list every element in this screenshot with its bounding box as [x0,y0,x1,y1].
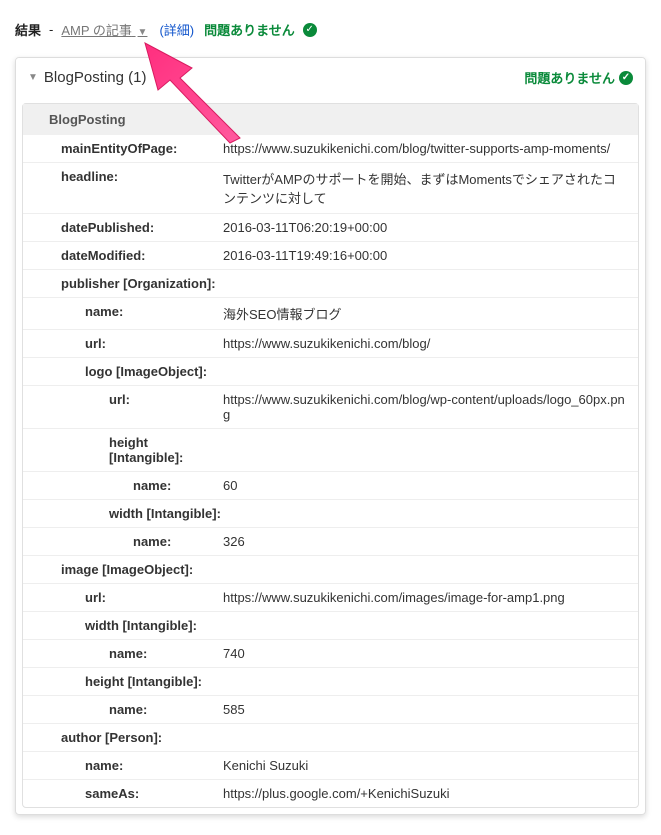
property-key: height [Intangible]: [23,435,223,465]
property-value: TwitterがAMPのサポートを開始、まずはMomentsでシェアされたコンテ… [223,169,638,207]
property-row: name: 326 [23,528,638,556]
status-text: 問題ありません [204,20,295,39]
caret-down-icon: ▼ [28,72,38,83]
chevron-down-icon: ▼ [138,27,148,38]
type-header: BlogPosting [23,104,638,135]
property-row: name: 740 [23,640,638,668]
property-row: publisher [Organization]: [23,270,638,298]
property-value: 2016-03-11T19:49:16+00:00 [223,248,638,263]
property-row: width [Intangible]: [23,500,638,528]
property-row: height [Intangible]: [23,429,638,472]
property-row: logo [ImageObject]: [23,358,638,386]
property-key: sameAs: [23,786,223,801]
property-key: headline: [23,169,223,184]
property-row: author [Person]: [23,724,638,752]
property-value: https://plus.google.com/+KenichiSuzuki [223,786,638,801]
property-row: name: 海外SEO情報ブログ [23,298,638,330]
property-key: datePublished: [23,220,223,235]
property-key: url: [23,590,223,605]
property-key: name: [23,304,223,319]
property-key: name: [23,478,223,493]
property-row: url: https://www.suzukikenichi.com/image… [23,584,638,612]
amp-article-dropdown[interactable]: AMP の記事 ▼ [61,20,147,39]
property-key: name: [23,758,223,773]
property-value: 60 [223,478,638,493]
property-value: 585 [223,702,638,717]
property-key: publisher [Organization]: [23,276,223,291]
results-header: 結果 - AMP の記事 ▼ (詳細) 問題ありません ✓ [15,20,646,39]
property-row: sameAs: https://plus.google.com/+Kenichi… [23,780,638,807]
property-row: url: https://www.suzukikenichi.com/blog/… [23,386,638,429]
panel-title: BlogPosting (1) [44,69,147,86]
property-key: width [Intangible]: [23,506,223,521]
property-row: datePublished: 2016-03-11T06:20:19+00:00 [23,214,638,242]
property-row: image [ImageObject]: [23,556,638,584]
property-value: Kenichi Suzuki [223,758,638,773]
separator: - [49,22,53,37]
property-key: height [Intangible]: [23,674,223,689]
property-value: https://www.suzukikenichi.com/blog/twitt… [223,141,638,156]
property-key: width [Intangible]: [23,618,223,633]
property-row: name: 60 [23,472,638,500]
property-key: url: [23,336,223,351]
blogposting-panel: ▼ BlogPosting (1) 問題ありません ✓ BlogPosting … [15,57,646,815]
structured-data-box: BlogPosting mainEntityOfPage: https://ww… [22,103,639,808]
detail-link[interactable]: (詳細) [159,20,194,39]
property-key: dateModified: [23,248,223,263]
property-row: width [Intangible]: [23,612,638,640]
property-key: url: [23,392,223,407]
property-key: mainEntityOfPage: [23,141,223,156]
property-value: 740 [223,646,638,661]
property-value: https://www.suzukikenichi.com/blog/ [223,336,638,351]
property-key: image [ImageObject]: [23,562,223,577]
property-value: https://www.suzukikenichi.com/images/ima… [223,590,638,605]
amp-link-text: AMP の記事 [61,23,132,38]
property-row: headline: TwitterがAMPのサポートを開始、まずはMoments… [23,163,638,214]
property-value: https://www.suzukikenichi.com/blog/wp-co… [223,392,638,422]
property-row: dateModified: 2016-03-11T19:49:16+00:00 [23,242,638,270]
property-row: name: Kenichi Suzuki [23,752,638,780]
property-row: url: https://www.suzukikenichi.com/blog/ [23,330,638,358]
check-icon: ✓ [303,23,317,37]
panel-status-text: 問題ありません [524,68,615,87]
check-icon: ✓ [619,71,633,85]
property-value: 2016-03-11T06:20:19+00:00 [223,220,638,235]
property-key: name: [23,702,223,717]
property-value: 326 [223,534,638,549]
property-row: mainEntityOfPage: https://www.suzukikeni… [23,135,638,163]
results-label: 結果 [15,20,41,39]
property-key: author [Person]: [23,730,223,745]
property-key: name: [23,534,223,549]
property-key: logo [ImageObject]: [23,364,223,379]
property-key: name: [23,646,223,661]
panel-header[interactable]: ▼ BlogPosting (1) 問題ありません ✓ [16,58,645,97]
property-value: 海外SEO情報ブログ [223,304,638,323]
property-row: height [Intangible]: [23,668,638,696]
